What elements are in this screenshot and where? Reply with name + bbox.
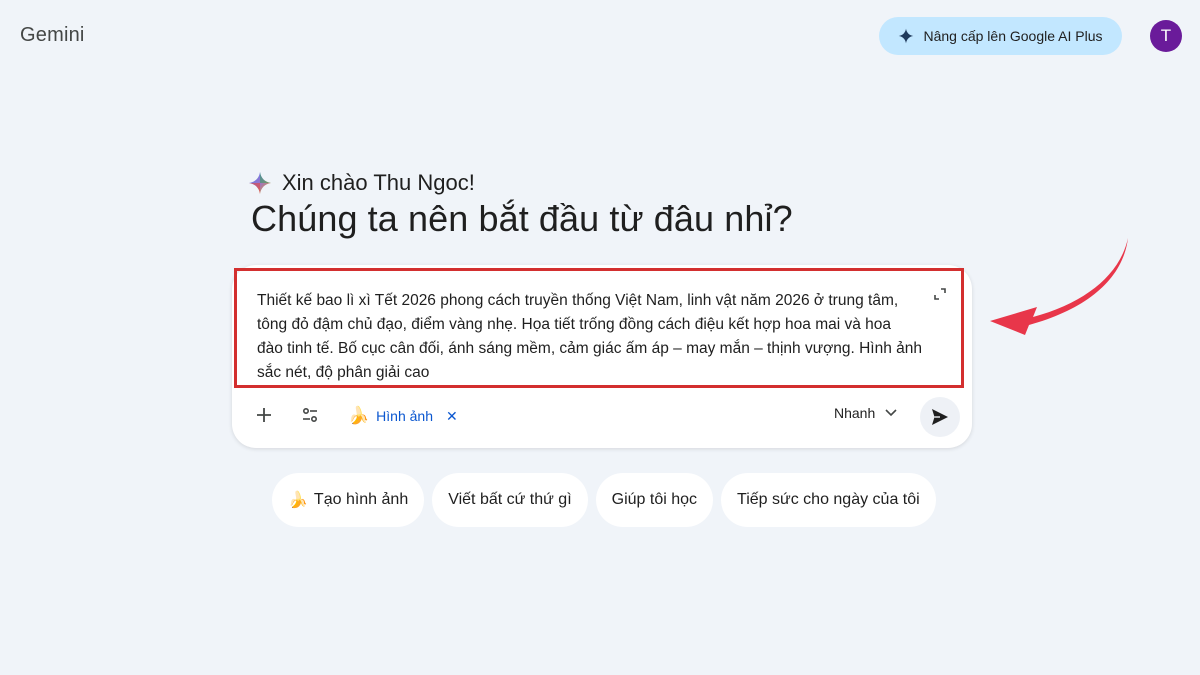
prompt-composer: Thiết kế bao lì xì Tết 2026 phong cách t… xyxy=(232,265,972,448)
suggestion-write-anything[interactable]: Viết bất cứ thứ gì xyxy=(432,473,588,527)
chevron-down-icon xyxy=(885,409,897,417)
mode-label: Nhanh xyxy=(834,405,876,421)
composer-toolbar: 🍌 Hình ảnh ✕ Nhanh xyxy=(232,395,972,439)
close-icon[interactable]: ✕ xyxy=(446,408,458,425)
suggestion-chips: 🍌 Tạo hình ảnh Viết bất cứ thứ gì Giúp t… xyxy=(272,473,936,527)
send-button[interactable] xyxy=(920,397,960,437)
suggestion-label: Giúp tôi học xyxy=(611,491,698,508)
add-button[interactable] xyxy=(252,403,276,427)
avatar[interactable]: T xyxy=(1150,20,1182,52)
mode-selector[interactable]: Nhanh xyxy=(834,405,897,421)
banana-icon: 🍌 xyxy=(288,492,308,509)
greeting-text: Xin chào Thu Ngoc! xyxy=(282,170,475,195)
sparkle-icon xyxy=(899,28,914,44)
suggestion-help-me-learn[interactable]: Giúp tôi học xyxy=(595,473,714,527)
expand-icon[interactable] xyxy=(933,287,947,301)
plus-icon xyxy=(257,408,271,422)
image-chip-label: Hình ảnh xyxy=(376,408,433,424)
suggestion-label: Viết bất cứ thứ gì xyxy=(448,491,572,508)
upgrade-label: Nâng cấp lên Google AI Plus xyxy=(923,28,1103,44)
tools-button[interactable] xyxy=(298,403,322,427)
upgrade-button[interactable]: Nâng cấp lên Google AI Plus xyxy=(879,17,1122,55)
suggestion-label: Tiếp sức cho ngày của tôi xyxy=(737,491,920,508)
prompt-input[interactable]: Thiết kế bao lì xì Tết 2026 phong cách t… xyxy=(257,289,937,385)
prompt-highlight-box: Thiết kế bao lì xì Tết 2026 phong cách t… xyxy=(234,268,964,388)
send-icon xyxy=(932,409,948,425)
image-tool-chip[interactable]: 🍌 Hình ảnh ✕ xyxy=(348,403,458,429)
suggestion-create-image[interactable]: 🍌 Tạo hình ảnh xyxy=(272,473,425,527)
annotation-arrow xyxy=(990,238,1128,335)
banana-icon: 🍌 xyxy=(348,406,370,425)
suggestion-boost-my-day[interactable]: Tiếp sức cho ngày của tôi xyxy=(721,473,936,527)
suggestion-label: Tạo hình ảnh xyxy=(313,491,409,508)
app-title[interactable]: Gemini xyxy=(20,24,85,47)
greeting: Xin chào Thu Ngoc! xyxy=(248,170,475,196)
page-title: Chúng ta nên bắt đầu từ đâu nhỉ? xyxy=(251,198,793,239)
gemini-sparkle-icon xyxy=(249,172,271,194)
tune-icon xyxy=(302,407,318,423)
